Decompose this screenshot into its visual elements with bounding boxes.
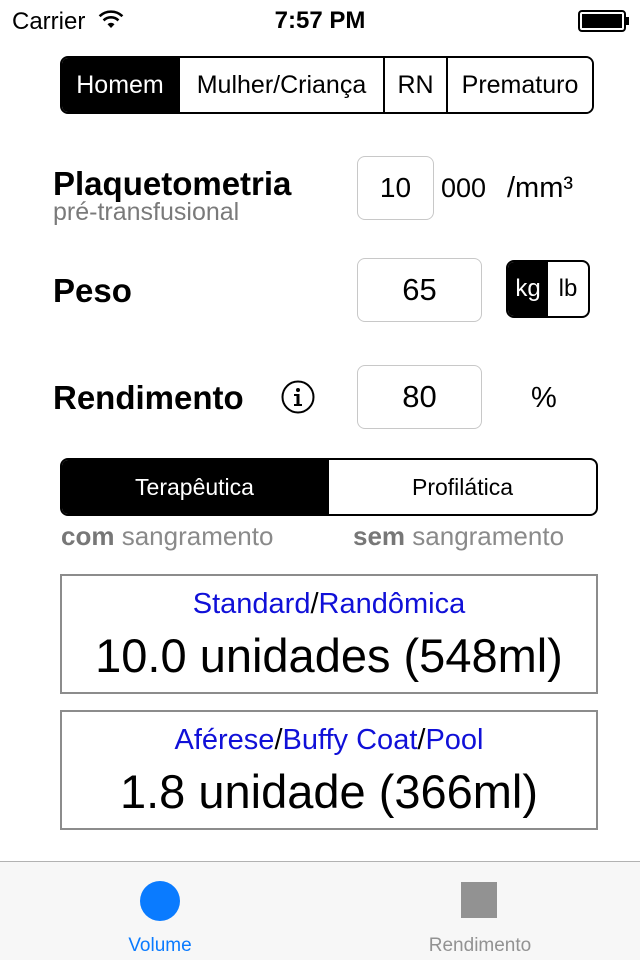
result-aferese-box: Aférese/Buffy Coat/Pool 1.8 unidade (366…: [60, 710, 598, 830]
tab-bar: Volume Rendimento: [0, 861, 640, 960]
result-type: Standard/Randômica: [62, 588, 596, 621]
mode-selector[interactable]: Terapêutica Profilática: [60, 458, 598, 516]
result-standard-box: Standard/Randômica 10.0 unidades (548ml): [60, 574, 598, 694]
caption-rest: sangramento: [405, 521, 565, 551]
weight-label: Peso: [53, 272, 132, 309]
type-link-aferese[interactable]: Aférese: [174, 724, 274, 756]
battery-icon: [578, 10, 629, 32]
caption-bold: sem: [353, 521, 406, 551]
type-separator: /: [310, 588, 319, 620]
platelet-multiplier: 000: [441, 173, 487, 203]
yield-unit: %: [531, 382, 557, 414]
status-time: 7:57 PM: [274, 7, 366, 34]
yield-input[interactable]: 80: [357, 365, 482, 429]
segment-profilatica[interactable]: Profilática: [329, 460, 596, 514]
circle-icon: [140, 881, 180, 921]
caption-rest: sangramento: [114, 521, 274, 551]
tab-label: Rendimento: [428, 935, 532, 956]
type-separator: /: [274, 724, 283, 756]
result-amount: 1.8 unidade (366ml): [119, 765, 539, 818]
status-bar: Carrier 7:57 PM: [0, 0, 640, 40]
type-link-randomica[interactable]: Randômica: [319, 588, 466, 620]
unit-lb-segment[interactable]: lb: [548, 262, 588, 316]
platelet-unit: /mm³: [507, 172, 574, 204]
info-icon[interactable]: [281, 380, 315, 414]
caption-sem-sangramento: sem sangramento: [353, 521, 564, 552]
tab-volume[interactable]: Volume: [0, 862, 320, 960]
segment-mulher-crianca[interactable]: Mulher/Criança: [180, 58, 385, 112]
platelet-input[interactable]: 10: [357, 156, 434, 220]
segment-homem[interactable]: Homem: [62, 58, 180, 112]
tab-rendimento[interactable]: Rendimento: [320, 862, 640, 960]
tab-label: Volume: [128, 935, 192, 956]
segment-terapeutica[interactable]: Terapêutica: [62, 460, 329, 514]
type-link-pool[interactable]: Pool: [425, 724, 483, 756]
yield-label: Rendimento: [53, 379, 244, 416]
weight-input[interactable]: 65: [357, 258, 482, 322]
weight-unit-selector[interactable]: kg lb: [506, 260, 590, 318]
caption-com-sangramento: com sangramento: [61, 521, 273, 552]
type-link-standard[interactable]: Standard: [193, 588, 311, 620]
result-amount: 10.0 unidades (548ml): [95, 629, 563, 682]
type-link-buffy-coat[interactable]: Buffy Coat: [283, 724, 418, 756]
result-type: Aférese/Buffy Coat/Pool: [62, 724, 596, 757]
segment-rn[interactable]: RN: [385, 58, 448, 112]
platelet-sublabel: pré-transfusional: [53, 198, 240, 226]
unit-kg-segment[interactable]: kg: [508, 262, 548, 316]
segment-prematuro[interactable]: Prematuro: [448, 58, 592, 112]
square-icon: [461, 882, 497, 918]
caption-bold: com: [61, 521, 115, 551]
patient-type-selector[interactable]: Homem Mulher/Criança RN Prematuro: [60, 56, 594, 114]
